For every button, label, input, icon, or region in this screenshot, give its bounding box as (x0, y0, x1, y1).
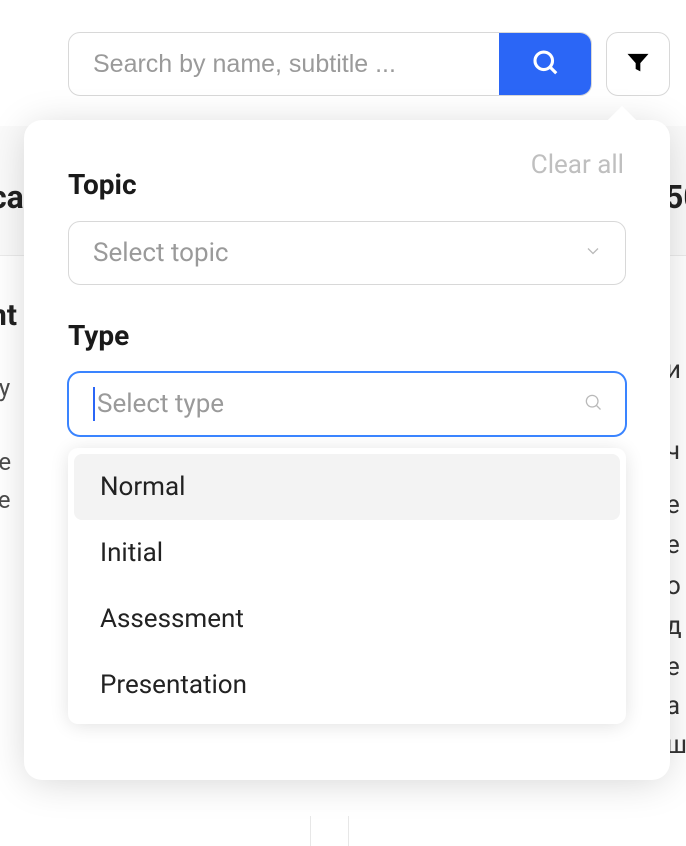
chevron-down-icon (583, 238, 603, 268)
bg-fragment: ay n se ze (0, 370, 11, 519)
search-box (68, 32, 592, 96)
filter-button[interactable] (606, 32, 670, 96)
type-option[interactable]: Assessment (74, 586, 620, 652)
type-dropdown: Normal Initial Assessment Presentation (68, 448, 626, 724)
type-select[interactable]: Select type (68, 372, 626, 436)
search-input[interactable] (69, 33, 499, 95)
search-button[interactable] (499, 33, 591, 95)
topic-select[interactable]: Select topic (68, 221, 626, 285)
search-icon (530, 47, 560, 81)
filter-popover: Clear all Topic Select topic Type Select… (24, 120, 670, 780)
funnel-icon (624, 48, 652, 80)
type-placeholder: Select type (97, 389, 224, 419)
search-icon (583, 389, 603, 419)
topic-placeholder: Select topic (93, 238, 229, 268)
bg-fragment: ca (0, 178, 24, 216)
column-divider (348, 816, 349, 846)
clear-all-button[interactable]: Clear all (531, 150, 624, 180)
bg-fragment: nt (0, 298, 17, 333)
type-label: Type (68, 319, 626, 352)
text-caret (93, 387, 95, 421)
type-option[interactable]: Normal (74, 454, 620, 520)
type-option[interactable]: Presentation (74, 652, 620, 718)
column-divider (310, 816, 311, 846)
top-toolbar (68, 32, 670, 96)
type-option[interactable]: Initial (74, 520, 620, 586)
